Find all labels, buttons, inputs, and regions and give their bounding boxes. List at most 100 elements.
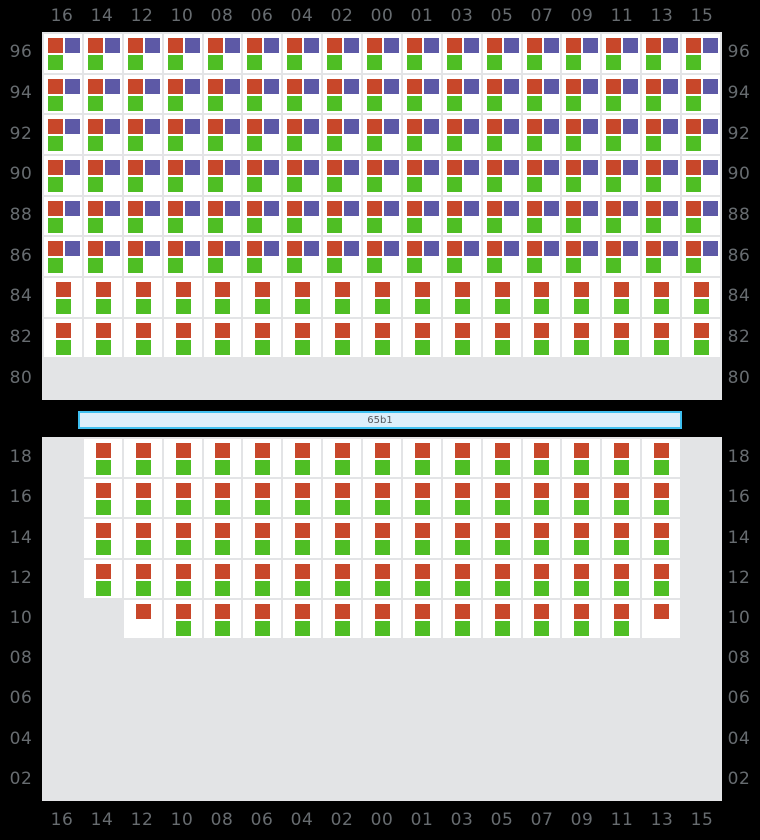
bottom-grid[interactable] bbox=[42, 437, 722, 801]
grid-cell[interactable] bbox=[123, 115, 162, 155]
grid-cell[interactable] bbox=[283, 196, 322, 236]
grid-cell[interactable] bbox=[562, 559, 601, 598]
column-label-14[interactable]: 14 bbox=[82, 800, 122, 840]
grid-cell[interactable] bbox=[602, 74, 641, 114]
grid-cell[interactable] bbox=[283, 559, 322, 598]
grid-cell[interactable] bbox=[642, 156, 680, 195]
grid-cell[interactable] bbox=[642, 439, 680, 478]
grid-cell[interactable] bbox=[283, 74, 322, 114]
grid-cell[interactable] bbox=[243, 156, 282, 195]
row-label-left-10[interactable]: 10 bbox=[0, 598, 42, 638]
grid-cell[interactable] bbox=[442, 439, 481, 478]
grid-cell[interactable] bbox=[83, 439, 122, 478]
grid-cell[interactable] bbox=[243, 599, 282, 639]
grid-cell[interactable] bbox=[323, 156, 361, 195]
grid-cell[interactable] bbox=[123, 519, 162, 558]
grid-cell[interactable] bbox=[402, 599, 441, 639]
grid-cell[interactable] bbox=[402, 519, 441, 558]
grid-cell[interactable] bbox=[682, 156, 720, 195]
mid-progress-bar[interactable]: 65b1 bbox=[78, 411, 682, 429]
grid-cell[interactable] bbox=[642, 519, 680, 558]
grid-cell[interactable] bbox=[163, 34, 202, 73]
grid-cell[interactable] bbox=[123, 318, 162, 358]
grid-cell[interactable] bbox=[203, 156, 242, 195]
grid-cell[interactable] bbox=[83, 196, 122, 236]
grid-cell[interactable] bbox=[163, 519, 202, 558]
grid-cell[interactable] bbox=[283, 237, 322, 277]
column-label-03[interactable]: 03 bbox=[442, 800, 482, 840]
grid-cell[interactable] bbox=[363, 156, 401, 195]
grid-cell[interactable] bbox=[442, 156, 481, 195]
row-label-right-96[interactable]: 96 bbox=[718, 32, 760, 73]
column-label-11[interactable]: 11 bbox=[602, 0, 642, 32]
grid-cell[interactable] bbox=[442, 479, 481, 518]
grid-cell[interactable] bbox=[83, 479, 122, 518]
grid-cell[interactable] bbox=[363, 479, 401, 518]
grid-cell[interactable] bbox=[562, 439, 601, 478]
grid-cell[interactable] bbox=[243, 318, 282, 358]
grid-cell[interactable] bbox=[522, 196, 561, 236]
grid-cell[interactable] bbox=[482, 439, 521, 478]
grid-cell[interactable] bbox=[482, 156, 521, 195]
column-label-04[interactable]: 04 bbox=[282, 0, 322, 32]
grid-cell[interactable] bbox=[44, 196, 82, 236]
grid-cell[interactable] bbox=[163, 479, 202, 518]
column-label-00[interactable]: 00 bbox=[362, 0, 402, 32]
grid-cell[interactable] bbox=[323, 559, 361, 598]
column-label-10[interactable]: 10 bbox=[162, 0, 202, 32]
grid-cell[interactable] bbox=[602, 115, 641, 155]
grid-cell[interactable] bbox=[203, 439, 242, 478]
grid-cell[interactable] bbox=[402, 196, 441, 236]
grid-cell[interactable] bbox=[562, 74, 601, 114]
grid-cell[interactable] bbox=[44, 156, 82, 195]
grid-cell[interactable] bbox=[243, 479, 282, 518]
column-label-02[interactable]: 02 bbox=[322, 800, 362, 840]
grid-cell[interactable] bbox=[123, 278, 162, 317]
grid-cell[interactable] bbox=[363, 74, 401, 114]
grid-cell[interactable] bbox=[562, 196, 601, 236]
grid-cell[interactable] bbox=[482, 278, 521, 317]
grid-cell[interactable] bbox=[482, 115, 521, 155]
grid-cell[interactable] bbox=[83, 278, 122, 317]
grid-cell[interactable] bbox=[602, 519, 641, 558]
row-label-left-18[interactable]: 18 bbox=[0, 437, 42, 477]
grid-cell[interactable] bbox=[323, 479, 361, 518]
grid-cell[interactable] bbox=[243, 559, 282, 598]
grid-cell[interactable] bbox=[163, 559, 202, 598]
grid-cell[interactable] bbox=[203, 196, 242, 236]
grid-cell[interactable] bbox=[482, 74, 521, 114]
grid-cell[interactable] bbox=[562, 318, 601, 358]
row-label-right-12[interactable]: 12 bbox=[718, 558, 760, 598]
grid-cell[interactable] bbox=[363, 318, 401, 358]
grid-cell[interactable] bbox=[83, 74, 122, 114]
grid-cell[interactable] bbox=[602, 479, 641, 518]
column-label-05[interactable]: 05 bbox=[482, 0, 522, 32]
grid-cell[interactable] bbox=[602, 278, 641, 317]
column-label-06[interactable]: 06 bbox=[242, 800, 282, 840]
grid-cell[interactable] bbox=[482, 196, 521, 236]
grid-cell[interactable] bbox=[562, 278, 601, 317]
row-label-left-88[interactable]: 88 bbox=[0, 195, 42, 236]
grid-cell[interactable] bbox=[203, 519, 242, 558]
grid-cell[interactable] bbox=[562, 34, 601, 73]
grid-cell[interactable] bbox=[442, 318, 481, 358]
grid-cell[interactable] bbox=[243, 439, 282, 478]
column-label-07[interactable]: 07 bbox=[522, 800, 562, 840]
row-label-right-14[interactable]: 14 bbox=[718, 517, 760, 557]
grid-cell[interactable] bbox=[163, 74, 202, 114]
grid-cell[interactable] bbox=[363, 237, 401, 277]
grid-cell[interactable] bbox=[522, 278, 561, 317]
grid-cell[interactable] bbox=[642, 318, 680, 358]
grid-cell[interactable] bbox=[402, 74, 441, 114]
grid-cell[interactable] bbox=[323, 278, 361, 317]
grid-cell[interactable] bbox=[522, 237, 561, 277]
grid-cell[interactable] bbox=[323, 599, 361, 639]
grid-cell[interactable] bbox=[243, 237, 282, 277]
grid-cell[interactable] bbox=[562, 519, 601, 558]
grid-cell[interactable] bbox=[123, 237, 162, 277]
grid-cell[interactable] bbox=[363, 519, 401, 558]
grid-cell[interactable] bbox=[562, 479, 601, 518]
row-label-right-84[interactable]: 84 bbox=[718, 276, 760, 317]
grid-cell[interactable] bbox=[682, 237, 720, 277]
grid-cell[interactable] bbox=[243, 34, 282, 73]
